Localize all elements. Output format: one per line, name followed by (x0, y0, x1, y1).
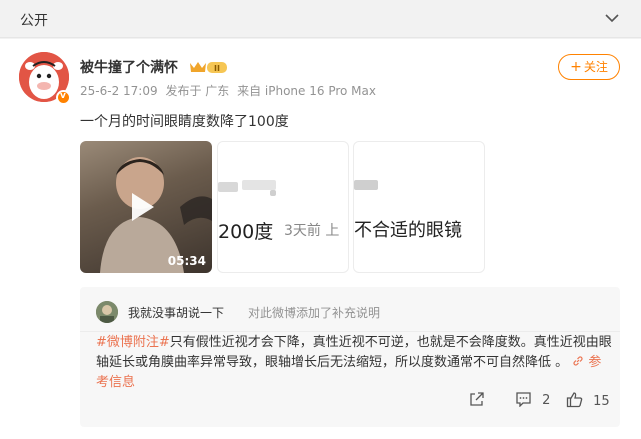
username[interactable]: 被牛撞了个满怀 (80, 57, 178, 77)
share-icon (470, 392, 484, 406)
level-badge-text: II (214, 64, 220, 73)
blurred-text (218, 182, 238, 192)
post-meta: 25-6-2 17:09 发布于 广东 来自 iPhone 16 Pro Max (80, 82, 380, 99)
note-author[interactable]: 我就没事胡说一下 (128, 304, 224, 321)
image-thumbnail-3[interactable]: 不合适的眼镜 (353, 141, 485, 273)
note-author-avatar[interactable] (96, 301, 118, 323)
play-icon[interactable] (132, 193, 154, 221)
link-icon (573, 356, 583, 366)
plus-icon: + (570, 59, 582, 75)
comment-icon (516, 392, 531, 408)
chevron-down-icon[interactable] (605, 13, 619, 23)
comment-count: 2 (542, 393, 551, 408)
image-thumbnail-2[interactable]: 200度 3天前 上 (217, 141, 349, 273)
comment-button[interactable]: 2 (515, 391, 550, 413)
thumbnail-subtext: 3天前 上 (284, 223, 340, 239)
video-thumbnail[interactable]: 05:34 (80, 141, 212, 273)
blurred-text (242, 180, 276, 190)
post-source: 来自 iPhone 16 Pro Max (237, 84, 376, 98)
thumbnail-text: 200度 (218, 221, 274, 243)
post-location: 发布于 广东 (165, 84, 230, 98)
topic-tag[interactable]: #微博附注# (96, 335, 170, 350)
like-button[interactable]: 15 (566, 391, 610, 413)
post-text: 一个月的时间眼睛度数降了100度 (80, 114, 289, 130)
visibility-bar[interactable]: 公开 (0, 0, 641, 38)
thumbs-up-icon (566, 392, 583, 408)
visibility-label: 公开 (20, 13, 48, 29)
thumbnail-text: 不合适的眼镜 (354, 220, 462, 241)
post-date[interactable]: 25-6-2 17:09 (80, 84, 158, 98)
blurred-text (270, 190, 276, 196)
action-bar: 2 15 (0, 391, 641, 413)
follow-button[interactable]: + 关注 (558, 54, 620, 80)
follow-label: 关注 (583, 60, 608, 74)
weibo-post-card: v 被牛撞了个满怀 II 25-6-2 17:09 发布于 广东 来自 iPho… (0, 39, 641, 439)
note-added-text: 对此微博添加了补充说明 (248, 306, 381, 320)
vip-crown-badge-icon[interactable]: II (188, 59, 228, 75)
divider (80, 331, 620, 332)
blurred-text (354, 180, 378, 190)
share-button[interactable] (469, 391, 485, 413)
video-duration: 05:34 (167, 254, 206, 268)
note-body: #微博附注#只有假性近视才会下降，真性近视不可逆，也就是不会降度数。真性近视由眼… (96, 333, 612, 393)
like-count: 15 (593, 394, 610, 409)
verified-badge-icon: v (56, 90, 71, 105)
note-text: 只有假性近视才会下降，真性近视不可逆，也就是不会降度数。真性近视由眼轴延长或角膜… (96, 335, 612, 370)
